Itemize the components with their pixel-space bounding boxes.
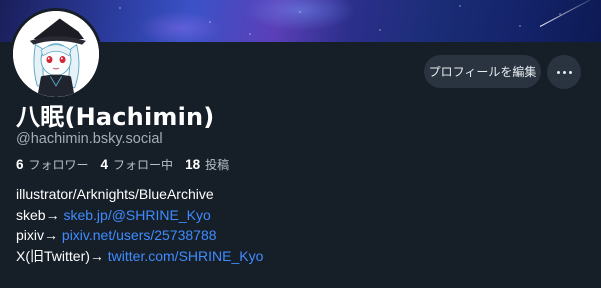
bio-line-twitter: X(旧Twitter)→ twitter.com/SHRINE_Kyo [16, 246, 263, 267]
profile-bio: illustrator/Arknights/BlueArchive skeb→ … [16, 184, 263, 266]
posts-stat: 18 投稿 [185, 156, 229, 173]
avatar[interactable] [10, 8, 102, 100]
profile-stats: 6 フォロワー 4 フォロー中 18 投稿 [16, 156, 241, 173]
handle: @hachimin.bsky.social [16, 131, 163, 147]
twitter-link[interactable]: twitter.com/SHRINE_Kyo [108, 248, 264, 264]
bio-skeb-prefix: skeb→ [16, 206, 64, 223]
posts-label: 投稿 [205, 158, 230, 172]
display-name: 八眠(Hachimin) [16, 103, 215, 131]
posts-count: 18 [185, 157, 201, 172]
bio-line-pixiv: pixiv→ pixiv.net/users/25738788 [16, 225, 263, 246]
followers-stat[interactable]: 6 フォロワー [16, 156, 89, 173]
ellipsis-icon-dot [568, 70, 572, 74]
following-label: フォロー中 [113, 158, 174, 172]
followers-label: フォロワー [28, 158, 89, 172]
bio-line-description: illustrator/Arknights/BlueArchive [16, 186, 214, 202]
bio-twitter-prefix: X(旧Twitter)→ [16, 247, 108, 264]
following-stat[interactable]: 4 フォロー中 [101, 156, 174, 173]
skeb-link[interactable]: skeb.jp/@SHRINE_Kyo [63, 207, 210, 223]
bio-pixiv-prefix: pixiv→ [16, 227, 62, 243]
ellipsis-icon [556, 70, 560, 74]
more-options-button[interactable] [547, 55, 581, 89]
edit-profile-button[interactable]: プロフィールを編集 [424, 55, 541, 88]
following-count: 4 [100, 157, 109, 172]
pixiv-link[interactable]: pixiv.net/users/25738788 [62, 227, 217, 243]
banner-shooting-star [539, 0, 601, 27]
bio-line-skeb: skeb→ skeb.jp/@SHRINE_Kyo [16, 205, 263, 226]
ellipsis-icon-dot [562, 70, 566, 74]
avatar-illustration [13, 11, 99, 97]
followers-count: 6 [16, 157, 24, 172]
